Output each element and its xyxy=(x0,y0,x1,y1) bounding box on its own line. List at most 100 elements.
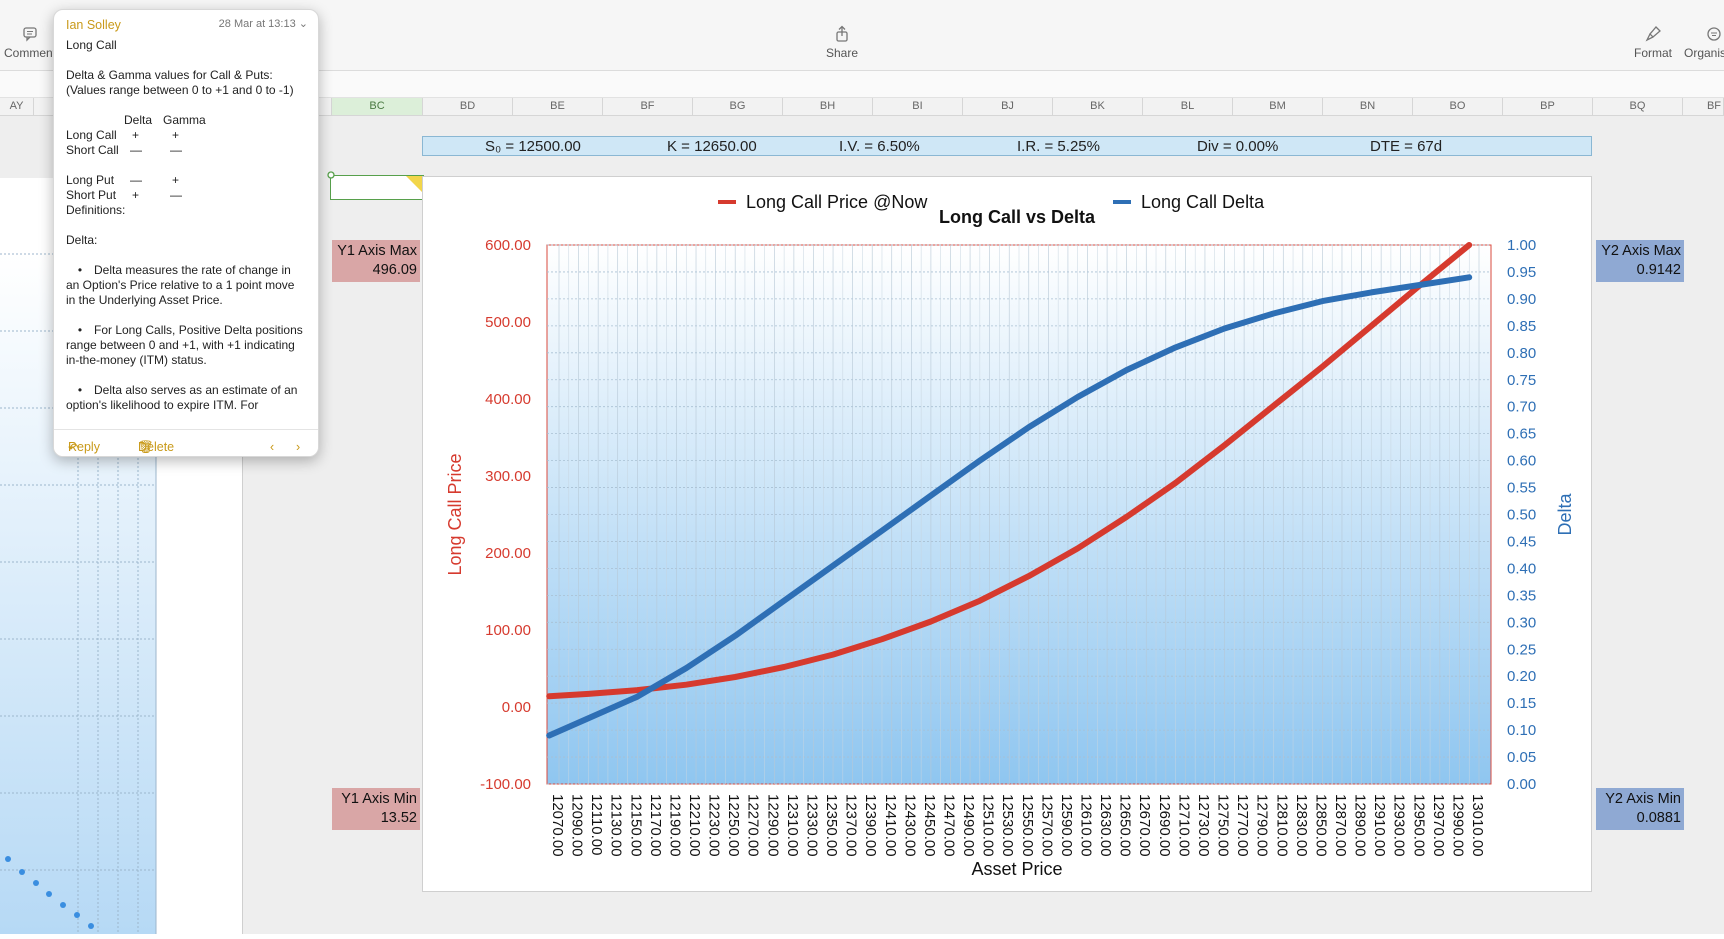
y2-tick-label: 0.85 xyxy=(1507,318,1536,335)
y1-axis-max-box[interactable]: Y1 Axis Max 496.09 xyxy=(332,240,420,282)
param-strike: K = 12650.00 xyxy=(667,138,757,155)
organise-button[interactable]: Organis xyxy=(1684,24,1724,60)
comment-table: Delta Gamma Long Call + + Short Call — —… xyxy=(66,113,206,202)
x-tick-label: 12550.00 xyxy=(1019,794,1036,857)
y2-tick-label: 0.20 xyxy=(1507,668,1536,685)
x-tick-label: 12210.00 xyxy=(686,794,703,857)
y2-tick-label: 0.05 xyxy=(1507,749,1536,766)
x-tick-label: 12910.00 xyxy=(1371,794,1388,857)
x-tick-label: 12270.00 xyxy=(745,794,762,857)
x-tick-label: 12350.00 xyxy=(823,794,840,857)
comment-date[interactable]: 28 Mar at 13:13 ⌄ xyxy=(219,17,308,30)
x-tick-label: 12410.00 xyxy=(882,794,899,857)
comment-footer: ↶ Reply 🗑 Delete ‹ › xyxy=(54,429,318,456)
col-header-bd[interactable]: BD xyxy=(423,98,513,115)
col-header-bk[interactable]: BK xyxy=(1053,98,1143,115)
x-tick-label: 12870.00 xyxy=(1332,794,1349,857)
y2-tick-label: 0.55 xyxy=(1507,480,1536,497)
col-header-bo[interactable]: BO xyxy=(1413,98,1503,115)
x-tick-label: 12610.00 xyxy=(1078,794,1095,857)
col-header-bp[interactable]: BP xyxy=(1503,98,1593,115)
x-tick-label: 12150.00 xyxy=(627,794,644,857)
x-tick-label: 12710.00 xyxy=(1175,794,1192,857)
comment-bullet: • Delta also serves as an estimate of an … xyxy=(66,383,301,412)
y2-tick-label: 0.45 xyxy=(1507,533,1536,550)
y2-tick-label: 0.65 xyxy=(1507,426,1536,443)
x-tick-label: 12850.00 xyxy=(1312,794,1329,857)
selection-handle-icon[interactable] xyxy=(326,170,336,180)
x-tick-label: 12630.00 xyxy=(1097,794,1114,857)
param-iv: I.V. = 6.50% xyxy=(839,138,920,155)
param-s0: S₀ = 12500.00 xyxy=(485,138,581,155)
col-header-be[interactable]: BE xyxy=(513,98,603,115)
col-header-bq[interactable]: BQ xyxy=(1593,98,1683,115)
x-tick-label: 12510.00 xyxy=(980,794,997,857)
format-button[interactable]: Format xyxy=(1630,24,1676,60)
param-dte: DTE = 67d xyxy=(1370,138,1443,155)
x-tick-label: 12770.00 xyxy=(1234,794,1251,857)
comment-body[interactable]: Long Call Delta & Gamma values for Call … xyxy=(66,38,304,434)
col-header-bn[interactable]: BN xyxy=(1323,98,1413,115)
y2-tick-label: 0.90 xyxy=(1507,291,1536,308)
x-tick-label: 13010.00 xyxy=(1469,794,1486,857)
x-tick-label: 12310.00 xyxy=(784,794,801,857)
x-tick-label: 12810.00 xyxy=(1273,794,1290,857)
x-tick-label: 12390.00 xyxy=(862,794,879,857)
col-header-bc[interactable]: BC xyxy=(332,98,423,115)
col-header-bg[interactable]: BG xyxy=(693,98,783,115)
x-tick-label: 12290.00 xyxy=(764,794,781,857)
comment-delta-heading: Delta: xyxy=(66,233,98,247)
x-tick-label: 12970.00 xyxy=(1430,794,1447,857)
chevron-right-icon: › xyxy=(296,440,301,454)
y2-tick-label: 0.95 xyxy=(1507,264,1536,281)
share-icon xyxy=(836,25,848,42)
organise-icon xyxy=(1707,27,1721,41)
chart-title: Long Call vs Delta xyxy=(939,207,1096,227)
col-header-bj[interactable]: BJ xyxy=(963,98,1053,115)
y2-tick-label: 0.60 xyxy=(1507,453,1536,470)
col-header-ay[interactable]: AY xyxy=(0,98,34,115)
parameter-bar[interactable]: S₀ = 12500.00 K = 12650.00 I.V. = 6.50% … xyxy=(422,136,1592,156)
y2-axis-max-box[interactable]: Y2 Axis Max 0.9142 xyxy=(1596,240,1684,282)
x-axis-label: Asset Price xyxy=(971,859,1062,879)
x-tick-label: 12230.00 xyxy=(706,794,723,857)
comment-bullet: • Delta measures the rate of change in an… xyxy=(66,263,298,307)
x-tick-label: 12830.00 xyxy=(1293,794,1310,857)
y-tick-label: 100.00 xyxy=(485,622,531,639)
x-tick-label: 12090.00 xyxy=(569,794,586,857)
y-tick-label: 400.00 xyxy=(485,391,531,408)
selected-cell-bc[interactable] xyxy=(330,175,424,200)
y-tick-label: 500.00 xyxy=(485,314,531,331)
col-header-bl[interactable]: BL xyxy=(1143,98,1233,115)
x-tick-label: 12170.00 xyxy=(647,794,664,857)
y2-tick-label: 0.15 xyxy=(1507,695,1536,712)
x-tick-label: 12890.00 xyxy=(1352,794,1369,857)
y2-tick-label: 0.10 xyxy=(1507,722,1536,739)
x-tick-label: 12450.00 xyxy=(921,794,938,857)
col-header-bh[interactable]: BH xyxy=(783,98,873,115)
comment-indicator-icon[interactable] xyxy=(404,175,424,193)
share-button[interactable]: Share xyxy=(820,24,864,60)
paintbrush-icon xyxy=(1645,26,1661,42)
y-tick-label: 600.00 xyxy=(485,237,531,254)
comment-bullet: • For Long Calls, Positive Delta position… xyxy=(66,323,303,367)
x-tick-label: 12690.00 xyxy=(1156,794,1173,857)
y-tick-label: 0.00 xyxy=(502,699,531,716)
col-header-bf[interactable]: BF xyxy=(603,98,693,115)
comment-button[interactable]: Comment xyxy=(2,24,58,60)
col-header-br[interactable]: BF xyxy=(1683,98,1724,115)
y-tick-label: 300.00 xyxy=(485,468,531,485)
legend-label: Long Call Delta xyxy=(1141,192,1265,212)
y2-tick-label: 0.35 xyxy=(1507,587,1536,604)
y2-tick-label: 0.25 xyxy=(1507,641,1536,658)
comment-popup[interactable]: Ian Solley 28 Mar at 13:13 ⌄ Long Call D… xyxy=(53,9,319,457)
col-header-bi[interactable]: BI xyxy=(873,98,963,115)
y1-axis-min-box[interactable]: Y1 Axis Min 13.52 xyxy=(332,788,420,830)
x-tick-label: 12670.00 xyxy=(1136,794,1153,857)
y2-axis-min-box[interactable]: Y2 Axis Min 0.0881 xyxy=(1596,788,1684,830)
y2-tick-label: 0.50 xyxy=(1507,507,1536,524)
long-call-delta-chart[interactable]: 600.00 500.00 400.00 300.00 200.00 100.00 0.00… xyxy=(422,176,1592,892)
col-header-bm[interactable]: BM xyxy=(1233,98,1323,115)
x-tick-label: 12930.00 xyxy=(1391,794,1408,857)
x-tick-label: 12650.00 xyxy=(1117,794,1134,857)
